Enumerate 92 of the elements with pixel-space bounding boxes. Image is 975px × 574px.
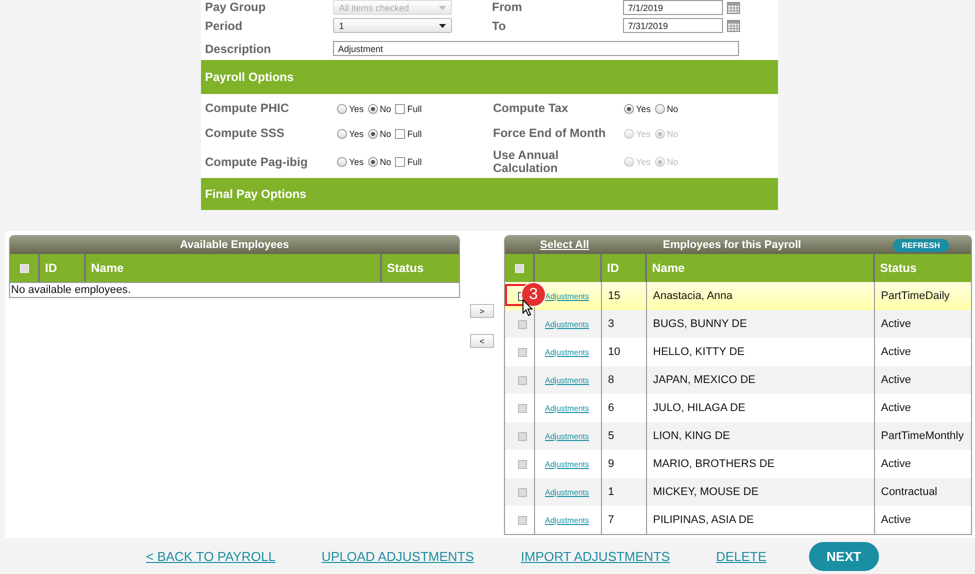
section-header: Payroll Options — [201, 60, 778, 94]
checkbox[interactable] — [518, 516, 527, 524]
checkbox[interactable] — [518, 432, 527, 440]
checkbox[interactable] — [518, 376, 527, 384]
table-cell: 7 — [602, 506, 647, 534]
dropdown[interactable]: 1 — [333, 18, 452, 33]
table-cell-text: Active — [880, 373, 912, 388]
option-text: Full — [407, 157, 422, 167]
field-label: To — [491, 18, 506, 32]
option-text: Yes — [349, 104, 364, 114]
refresh-button[interactable]: REFRESH — [892, 238, 949, 252]
adjustments-link[interactable]: Adjustments — [545, 292, 590, 300]
date-field[interactable]: 7/31/2019 — [623, 18, 723, 33]
column-header: Name — [86, 254, 382, 282]
next-button[interactable]: NEXT — [808, 542, 880, 570]
adjustments-link[interactable]: Adjustments — [545, 516, 590, 524]
empty-message: No available employees. — [10, 282, 459, 297]
option-text: No — [666, 157, 678, 167]
option-text: Yes — [636, 104, 651, 114]
footer-link[interactable]: < BACK TO PAYROLL — [146, 548, 276, 564]
radio-button[interactable] — [337, 104, 347, 114]
caret-icon — [439, 24, 446, 28]
move-button[interactable]: > — [470, 304, 494, 318]
field-label: Pay Group — [204, 0, 266, 14]
checkbox[interactable] — [518, 348, 527, 356]
checkbox[interactable] — [518, 460, 527, 468]
checkbox[interactable] — [518, 488, 527, 496]
table-cell-text: Active — [880, 345, 912, 360]
option-label: Compute PHIC — [204, 102, 290, 115]
table-cell-text: PartTimeMonthly — [880, 429, 965, 444]
option-label: Compute Pag-ibig — [204, 156, 309, 168]
radio-button[interactable] — [337, 157, 347, 167]
option-text: No — [380, 128, 392, 138]
option-text: No — [380, 104, 392, 114]
adjustments-link[interactable]: Adjustments — [545, 404, 590, 412]
option-text: Yes — [636, 128, 651, 138]
table-cell-text: Active — [880, 317, 912, 332]
option-text: Yes — [636, 157, 651, 167]
table-cell-text: Active — [880, 457, 912, 472]
option-text: Yes — [349, 157, 364, 167]
option-label: Compute SSS — [204, 127, 286, 140]
option-text: No — [380, 157, 392, 167]
checkbox[interactable] — [518, 320, 527, 328]
option-text: Full — [407, 128, 422, 138]
checkbox[interactable] — [518, 404, 527, 412]
radio-button[interactable] — [368, 104, 378, 114]
table-cell-text: Contractual — [880, 485, 938, 500]
table-title: Available Employees — [10, 236, 459, 254]
step-badge: 3 — [522, 283, 545, 306]
column-header: Status — [386, 260, 425, 277]
calendar-icon[interactable] — [727, 20, 740, 32]
caret-icon — [439, 6, 446, 10]
footer-link[interactable]: UPLOAD ADJUSTMENTS — [321, 548, 474, 564]
radio-button[interactable] — [337, 128, 347, 138]
footer-link[interactable]: DELETE — [716, 548, 767, 564]
option-label: Use Annual Calculation — [492, 149, 560, 175]
adjustments-link[interactable]: Adjustments — [545, 320, 590, 328]
select-all-link[interactable]: Select All — [540, 239, 632, 251]
option-text: Yes — [349, 128, 364, 138]
adjustments-link[interactable]: Adjustments — [545, 376, 590, 384]
radio-button[interactable] — [654, 104, 665, 114]
date-field[interactable]: 7/1/2019 — [623, 0, 723, 15]
radio-button[interactable] — [368, 157, 378, 167]
option-label: Compute Tax — [492, 102, 570, 115]
column-header: ID — [40, 254, 86, 282]
adjustments-link[interactable]: Adjustments — [545, 348, 590, 356]
radio-button[interactable] — [624, 104, 634, 114]
option-text: No — [666, 128, 678, 138]
table-cell: PILIPINAS, ASIA DE — [647, 506, 875, 534]
field-label: Description — [204, 42, 272, 56]
calendar-icon[interactable] — [727, 2, 740, 14]
option-label: Force End of Month — [492, 127, 607, 140]
move-button[interactable]: < — [470, 334, 494, 348]
radio-button[interactable] — [368, 128, 378, 138]
adjustments-link[interactable]: Adjustments — [545, 432, 590, 440]
description-field[interactable]: Adjustment — [333, 41, 739, 56]
footer-link[interactable]: IMPORT ADJUSTMENTS — [520, 548, 670, 564]
field-label: Period — [204, 18, 242, 32]
table-title: Employees for this Payroll — [662, 239, 802, 251]
field-label: From — [491, 0, 522, 14]
table-cell-text: PartTimeDaily — [880, 289, 951, 304]
section-header: Final Pay Options — [201, 178, 778, 210]
checkbox[interactable] — [395, 128, 406, 138]
table-cell-text: Active — [880, 513, 912, 528]
column-header: Status — [879, 260, 918, 277]
option-text: No — [666, 104, 678, 114]
table-cell-text: Active — [880, 401, 912, 416]
adjustments-link[interactable]: Adjustments — [545, 460, 590, 468]
checkbox[interactable] — [395, 104, 406, 114]
option-text: Full — [407, 104, 422, 114]
adjustments-link[interactable]: Adjustments — [545, 488, 590, 496]
checkbox[interactable] — [395, 157, 406, 167]
